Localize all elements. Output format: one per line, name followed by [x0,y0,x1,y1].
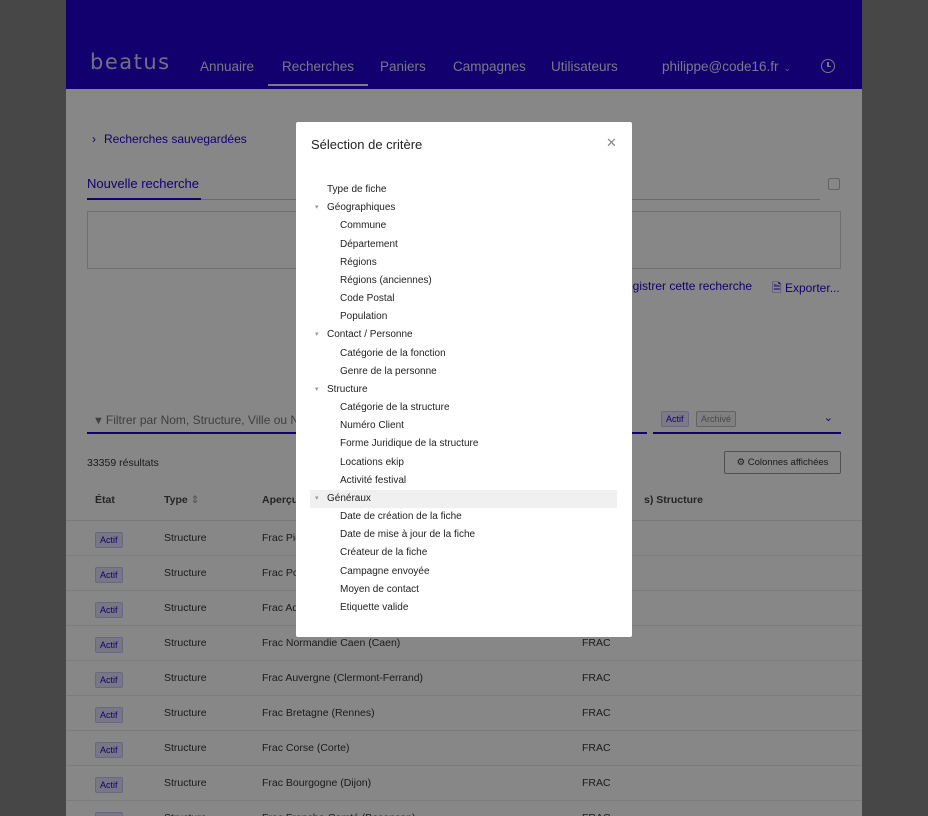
tree-node-campagne-envoyee[interactable]: Campagne envoyée [310,563,617,581]
caret-down-icon[interactable]: ▾ [315,381,319,399]
tree-node-label: Généraux [327,492,371,504]
tree-node-label: Contact / Personne [327,329,413,341]
tree-node-geographiques[interactable]: ▾ Géographiques [310,199,617,217]
tree-node-label: Etiquette valide [340,601,409,613]
tree-node-label: Campagne envoyée [340,565,430,577]
tree-node-label: Activité festival [340,474,407,486]
tree-node-structure[interactable]: ▾ Structure [310,381,617,399]
tree-node-date-de-mise-a-jour-de-la-fiche[interactable]: Date de mise à jour de la fiche [310,526,617,544]
tree-node-commune[interactable]: Commune [310,217,617,235]
tree-node-label: Catégorie de la fonction [340,347,446,359]
tree-node-label: Locations ekip [340,456,404,468]
modal-title: Sélection de critère [311,137,423,152]
tree-node-activite-festival[interactable]: Activité festival [310,472,617,490]
tree-node-label: Régions (anciennes) [340,274,432,286]
tree-node-label: Genre de la personne [340,365,437,377]
tree-node-label: Moyen de contact [340,583,419,595]
tree-node-departement[interactable]: Département [310,236,617,254]
tree-node-label: Structure [327,383,368,395]
tree-node-label: Créateur de la fiche [340,547,428,559]
tree-node-regions-anciennes[interactable]: Régions (anciennes) [310,272,617,290]
tree-node-label: Date de création de la fiche [340,511,462,523]
tree-node-generaux[interactable]: ▾ Généraux [310,489,617,508]
tree-node-categorie-de-la-fonction[interactable]: Catégorie de la fonction [310,345,617,363]
tree-node-label: Département [340,238,398,250]
tree-node-genre-de-la-personne[interactable]: Genre de la personne [310,363,617,381]
tree-node-label: Géographiques [327,202,396,214]
tree-node-createur-de-la-fiche[interactable]: Créateur de la fiche [310,544,617,562]
caret-down-icon[interactable]: ▾ [315,326,319,344]
tree-node-regions[interactable]: Régions [310,254,617,272]
close-icon[interactable]: ✕ [606,135,617,151]
tree-node-date-de-creation-de-la-fiche[interactable]: Date de création de la fiche [310,508,617,526]
tree-node-etiquette-valide[interactable]: Etiquette valide [310,599,617,617]
tree-node-population[interactable]: Population [310,308,617,326]
tree-node-label: Date de mise à jour de la fiche [340,529,476,541]
tree-node-categorie-de-la-structure[interactable]: Catégorie de la structure [310,399,617,417]
tree-node-contact-personne[interactable]: ▾ Contact / Personne [310,326,617,344]
tree-node-label: Commune [340,220,387,232]
tree-node-label: Population [340,311,388,323]
tree-node-label: Forme Juridique de la structure [340,438,479,450]
tree-node-label: Régions [340,256,377,268]
caret-down-icon[interactable]: ▾ [315,490,319,508]
caret-down-icon[interactable]: ▾ [315,199,319,217]
tree-node-label: Numéro Client [340,420,404,432]
criteria-selection-modal: Sélection de critère ✕ Type de fiche ▾ Géo… [296,122,632,637]
tree-node-forme-juridique-de-la-structure[interactable]: Forme Juridique de la structure [310,435,617,453]
tree-node-label: Type de fiche [327,184,387,195]
tree-node-label: Catégorie de la structure [340,402,450,414]
tree-node-numero-client[interactable]: Numéro Client [310,417,617,435]
tree-node-label: Code Postal [340,293,395,305]
tree-node-code-postal[interactable]: Code Postal [310,290,617,308]
tree-node-moyen-de-contact[interactable]: Moyen de contact [310,581,617,599]
tree-node-locations-ekip[interactable]: Locations ekip [310,454,617,472]
tree-node-type-de-fiche[interactable]: Type de fiche [310,181,617,199]
